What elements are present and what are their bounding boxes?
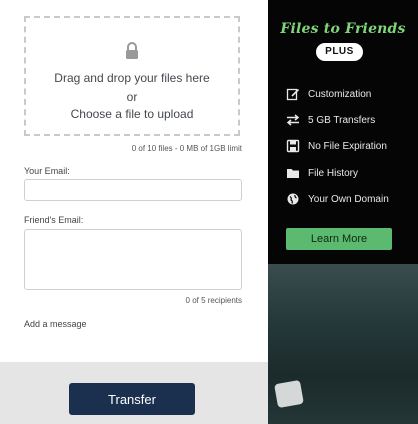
feature-item: Your Own Domain bbox=[286, 192, 389, 206]
add-message-link[interactable]: Add a message bbox=[24, 319, 87, 329]
edit-icon bbox=[286, 88, 300, 101]
dropzone-or: or bbox=[126, 90, 138, 104]
friends-email-field[interactable] bbox=[24, 229, 242, 290]
friends-email-label: Friend's Email: bbox=[24, 215, 84, 225]
your-email-label: Your Email: bbox=[24, 166, 70, 176]
file-limit-status: 0 of 10 files - 0 MB of 1GB limit bbox=[131, 144, 242, 153]
promo-title: Files to Friends bbox=[280, 21, 406, 37]
feature-item: 5 GB Transfers bbox=[286, 113, 375, 127]
transfer-arrows-icon bbox=[286, 114, 300, 126]
promo-panel: Files to Friends PLUS Customization 5 GB… bbox=[268, 0, 418, 424]
feature-item: File History bbox=[286, 166, 358, 180]
upload-panel: Drag and drop your files here or Choose … bbox=[0, 0, 268, 424]
your-email-field[interactable] bbox=[24, 179, 242, 201]
floppy-disk-icon bbox=[286, 139, 300, 153]
lock-icon bbox=[126, 42, 138, 59]
scenery-rock bbox=[274, 379, 304, 409]
learn-more-button[interactable]: Learn More bbox=[286, 228, 392, 250]
plus-badge: PLUS bbox=[316, 43, 363, 61]
feature-label: Customization bbox=[308, 88, 372, 100]
feature-label: No File Expiration bbox=[308, 140, 387, 152]
globe-icon bbox=[287, 193, 299, 205]
feature-item: Customization bbox=[286, 87, 371, 101]
feature-label: File History bbox=[308, 167, 359, 179]
background-scenery bbox=[268, 264, 418, 424]
recipient-count: 0 of 5 recipients bbox=[185, 296, 242, 305]
folder-icon bbox=[287, 169, 299, 178]
dropzone-instruction: Drag and drop your files here bbox=[54, 71, 210, 85]
feature-item: No File Expiration bbox=[286, 139, 387, 153]
file-dropzone[interactable]: Drag and drop your files here or Choose … bbox=[24, 16, 240, 136]
transfer-button[interactable]: Transfer bbox=[69, 383, 195, 415]
choose-file-link[interactable]: Choose a file to upload bbox=[26, 107, 238, 121]
feature-label: 5 GB Transfers bbox=[308, 114, 376, 126]
promo-box: Files to Friends PLUS Customization 5 GB… bbox=[268, 0, 418, 264]
file-transfer-widget: Drag and drop your files here or Choose … bbox=[0, 0, 418, 424]
feature-label: Your Own Domain bbox=[308, 193, 389, 205]
